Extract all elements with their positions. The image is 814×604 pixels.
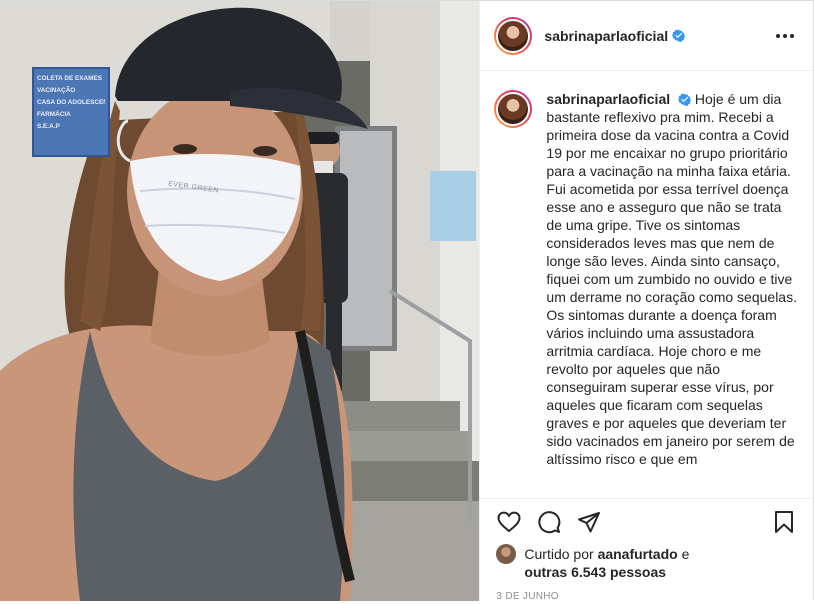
verified-badge-icon (672, 29, 686, 42)
sign-line: CASA DO ADOLESCENTE (37, 99, 105, 106)
caption-username[interactable]: sabrinaparlaoficial (546, 91, 670, 107)
comment-button[interactable] (536, 509, 562, 535)
liked-by-prefix: Curtido por (524, 546, 594, 562)
save-button[interactable] (771, 509, 797, 535)
sign-line: COLETA DE EXAMES (37, 75, 102, 82)
post-side-panel: sabrinaparlaoficial sabrinaparlaoficial … (479, 1, 814, 602)
like-button[interactable] (496, 509, 522, 535)
comment-icon (538, 511, 561, 534)
share-button[interactable] (576, 509, 602, 535)
post-actions: Curtido por aanafurtado e outras 6.543 p… (480, 498, 814, 602)
verified-badge-icon (678, 93, 692, 106)
profile-avatar-ring[interactable] (494, 16, 533, 55)
sign-line: FARMÁCIA (37, 111, 71, 118)
avatar (496, 92, 531, 126)
others-count-link[interactable]: outras 6.543 pessoas (524, 564, 666, 580)
liked-by-and: e (681, 546, 690, 562)
liked-by-user[interactable]: aanafurtado (598, 546, 678, 562)
post-caption: sabrinaparlaoficial Hoje é um dia bastan… (546, 90, 797, 498)
header-username[interactable]: sabrinaparlaoficial (544, 28, 668, 44)
caption-text: Hoje é um dia bastante reflexivo pra mim… (546, 91, 797, 467)
instagram-post: COLETA DE EXAMES VACINAÇÃO CASA DO ADOLE… (0, 0, 814, 602)
clinic-sign: COLETA DE EXAMES VACINAÇÃO CASA DO ADOLE… (32, 67, 110, 157)
post-header: sabrinaparlaoficial (480, 1, 813, 71)
caption-area: sabrinaparlaoficial Hoje é um dia bastan… (480, 72, 813, 498)
post-photo[interactable]: COLETA DE EXAMES VACINAÇÃO CASA DO ADOLE… (0, 1, 480, 601)
heart-icon (497, 511, 521, 533)
liker-avatar[interactable] (496, 544, 517, 564)
paper-plane-icon (578, 512, 601, 533)
more-options-icon[interactable] (773, 24, 797, 48)
likes-text: Curtido por aanafurtado e outras 6.543 p… (524, 545, 689, 581)
bookmark-icon (775, 511, 794, 533)
likes-summary: Curtido por aanafurtado e outras 6.543 p… (496, 544, 797, 581)
post-date[interactable]: 3 DE JUNHO (496, 591, 797, 602)
avatar (496, 18, 531, 53)
action-icons (496, 509, 797, 535)
caption-avatar-ring[interactable] (494, 90, 533, 128)
sign-line: S.E.A.P (37, 123, 60, 130)
sign-line: VACINAÇÃO (37, 87, 76, 94)
